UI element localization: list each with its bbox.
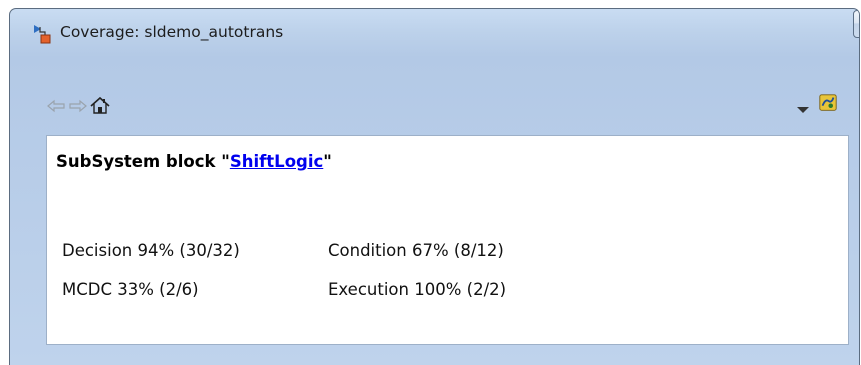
dropdown-arrow-icon[interactable] <box>796 100 810 120</box>
title-bar[interactable]: Coverage: sldemo_autotrans <box>10 9 859 53</box>
condition-coverage: Condition 67% (8/12) <box>328 241 504 260</box>
window-title: Coverage: sldemo_autotrans <box>60 23 284 41</box>
block-name-link[interactable]: ShiftLogic <box>230 152 323 171</box>
minimize-button[interactable] <box>853 10 860 39</box>
minimize-icon <box>854 11 860 39</box>
help-icon[interactable] <box>817 93 839 113</box>
back-arrow-icon[interactable] <box>46 96 66 116</box>
forward-arrow-icon[interactable] <box>68 96 88 116</box>
decision-coverage: Decision 94% (30/32) <box>62 241 240 260</box>
navigation-toolbar <box>10 89 859 123</box>
block-type-label: SubSystem block " <box>56 152 230 171</box>
coverage-window: Coverage: sldemo_autotrans SubSystem blo… <box>9 8 860 365</box>
execution-coverage: Execution 100% (2/2) <box>328 280 507 299</box>
mcdc-coverage: MCDC 33% (2/6) <box>62 280 199 299</box>
home-icon[interactable] <box>89 96 111 116</box>
heading-closing-quote: " <box>323 152 332 171</box>
block-heading: SubSystem block "ShiftLogic" <box>56 152 332 171</box>
report-content: SubSystem block "ShiftLogic" Decision 94… <box>46 135 849 345</box>
simulink-model-icon <box>34 25 51 44</box>
